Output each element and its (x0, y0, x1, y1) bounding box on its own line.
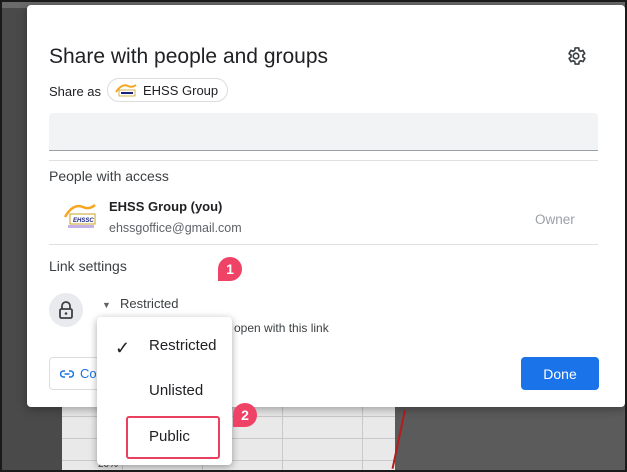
divider (49, 160, 598, 161)
share-as-label: Share as (49, 84, 102, 99)
link-icon (60, 369, 74, 378)
share-as-name: EHSS Group (143, 82, 219, 98)
link-settings-heading: Link settings (49, 258, 127, 274)
menu-item-label: Restricted (149, 337, 217, 354)
people-with-access-heading: People with access (49, 168, 169, 184)
person-email: ehssgoffice@gmail.com (109, 221, 242, 235)
menu-item-unlisted[interactable]: Unlisted (97, 371, 232, 411)
lock-icon (49, 293, 83, 327)
chevron-down-icon[interactable]: ▼ (102, 300, 111, 310)
person-role: Owner (535, 212, 575, 227)
gear-icon[interactable] (565, 45, 587, 67)
public-highlight-box (126, 416, 220, 459)
done-button[interactable]: Done (521, 357, 599, 390)
menu-item-label: Unlisted (149, 382, 204, 399)
svg-text:EHSSC: EHSSC (73, 218, 94, 224)
share-as-chip[interactable]: EHSS Group (107, 78, 229, 102)
avatar: EHSSC (61, 201, 99, 231)
background-map (395, 400, 625, 470)
dialog-title: Share with people and groups (49, 45, 329, 68)
link-access-dropdown[interactable]: Restricted (120, 296, 179, 311)
divider (49, 244, 598, 245)
step-badge-2: 2 (233, 403, 257, 427)
person-name: EHSS Group (you) (109, 199, 223, 214)
add-people-input[interactable] (49, 113, 598, 151)
ehss-logo-icon (114, 82, 138, 98)
step-badge-1: 1 (218, 257, 242, 281)
menu-item-restricted[interactable]: ✓ Restricted (97, 326, 232, 366)
check-icon: ✓ (115, 338, 131, 358)
link-description: open with this link (234, 321, 329, 335)
screenshot-frame: 20% Share with people and groups Share a… (0, 0, 627, 472)
copy-link-label: Co (80, 366, 97, 381)
